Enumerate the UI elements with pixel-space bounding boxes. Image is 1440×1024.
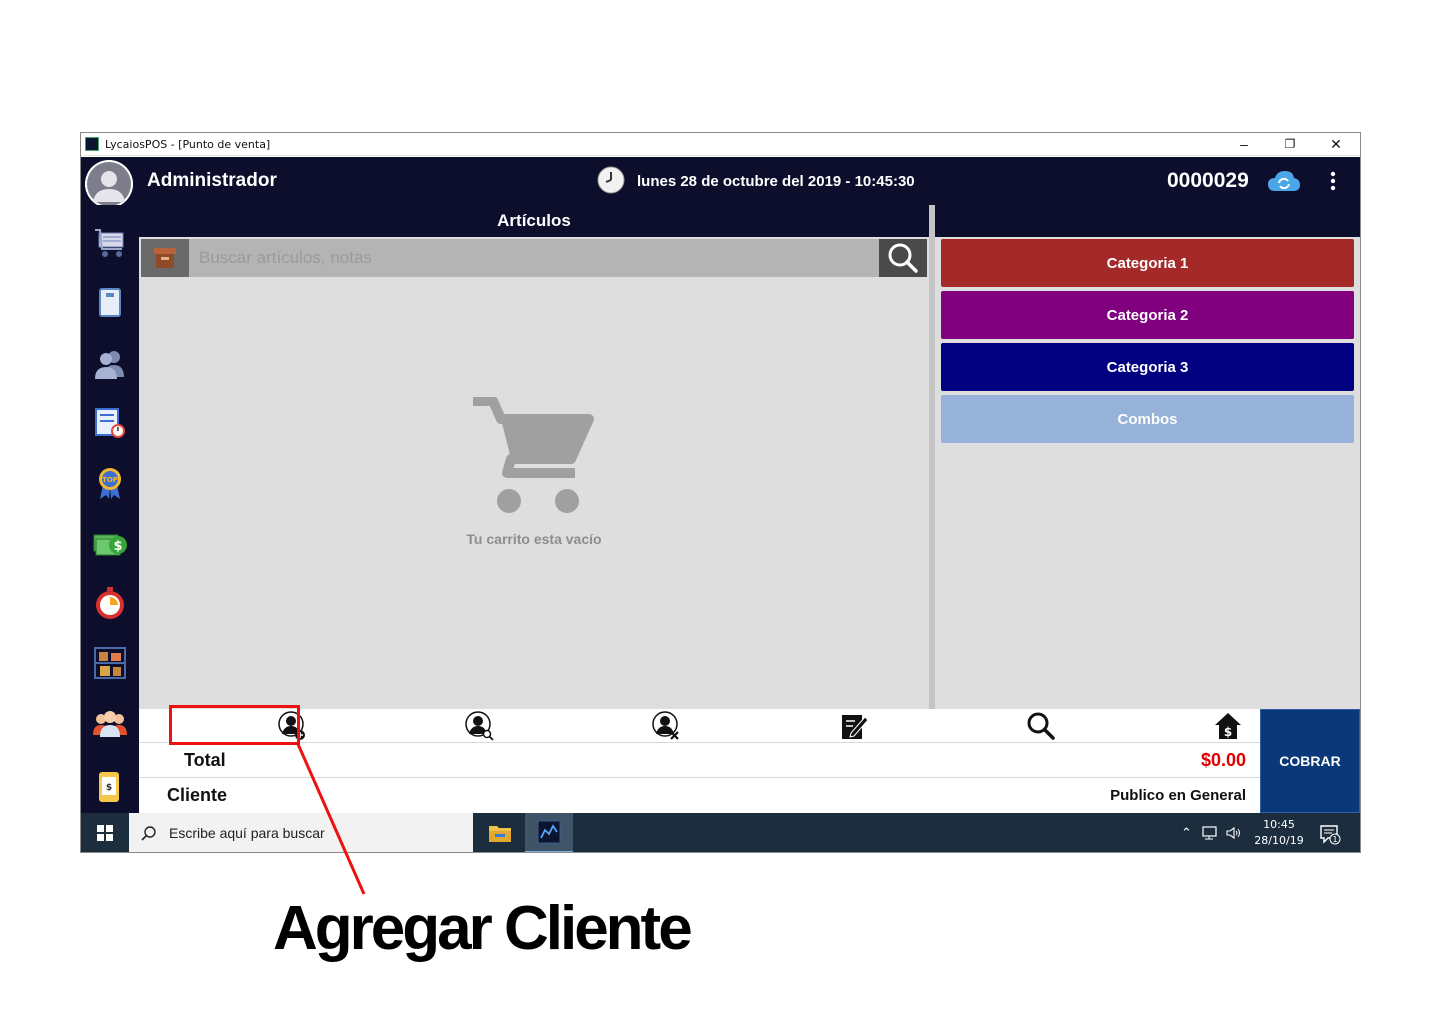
remove-client-icon[interactable]: [647, 710, 687, 742]
window-title: LycaiosPOS - [Punto de venta]: [105, 137, 271, 151]
file-explorer-icon[interactable]: [477, 813, 523, 852]
articles-panel: Tu carrito esta vacío: [139, 237, 929, 709]
users-icon[interactable]: [92, 345, 128, 381]
search-input[interactable]: [191, 239, 879, 277]
top-badge-icon[interactable]: TOP: [92, 465, 128, 501]
cash-home-icon[interactable]: $: [1208, 710, 1248, 742]
categories-header: [935, 205, 1360, 237]
annotation-label: Agregar Cliente: [273, 894, 693, 963]
minimize-button[interactable]: –: [1221, 133, 1267, 155]
combos-button[interactable]: Combos: [941, 395, 1354, 443]
search-bar: [141, 239, 927, 277]
svg-text:$: $: [113, 539, 122, 554]
category-1-button[interactable]: Categoria 1: [941, 239, 1354, 287]
articles-title: Artículos: [139, 205, 929, 237]
date-time: lunes 28 de octubre del 2019 - 10:45:30: [637, 173, 915, 190]
svg-text:TOP: TOP: [102, 476, 118, 484]
total-label: Total: [184, 750, 226, 770]
system-tray: ⌃: [1181, 813, 1251, 852]
shelves-icon[interactable]: [92, 645, 128, 681]
cloud-sync-icon[interactable]: [1267, 169, 1301, 193]
taskbar-clock[interactable]: 10:45 28/10/19: [1251, 817, 1307, 849]
taskbar-time: 10:45: [1263, 818, 1295, 831]
user-name: Administrador: [147, 170, 277, 191]
search-button[interactable]: [879, 239, 927, 277]
more-options-icon[interactable]: [1325, 169, 1341, 193]
taskbar-date: 28/10/19: [1254, 834, 1304, 847]
speaker-icon[interactable]: [1226, 826, 1242, 840]
notebook-icon[interactable]: [92, 285, 128, 321]
total-row: Total $0.00: [139, 743, 1260, 778]
client-value: Publico en General: [1110, 787, 1246, 804]
close-button[interactable]: ✕: [1313, 133, 1359, 155]
taskbar-search-text: Escribe aquí para buscar: [169, 825, 325, 841]
shopping-cart-icon[interactable]: [92, 225, 128, 261]
report-clock-icon[interactable]: [92, 405, 128, 441]
user-avatar-icon[interactable]: [85, 160, 133, 208]
clock-icon: [597, 166, 625, 194]
app-header: Administrador lunes 28 de octubre del 20…: [81, 157, 1360, 208]
empty-cart-icon: [471, 396, 601, 522]
money-icon[interactable]: $: [92, 525, 128, 561]
category-2-button[interactable]: Categoria 2: [941, 291, 1354, 339]
title-bar: LycaiosPOS - [Punto de venta] – ❐ ✕: [81, 133, 1360, 156]
action-bar: $: [139, 709, 1260, 743]
svg-text:$: $: [1224, 725, 1232, 739]
client-label: Cliente: [167, 785, 228, 805]
chevron-up-icon[interactable]: ⌃: [1181, 825, 1192, 841]
total-value: $0.00: [1200, 750, 1246, 770]
category-3-button[interactable]: Categoria 3: [941, 343, 1354, 391]
network-icon[interactable]: [1200, 826, 1218, 840]
stopwatch-icon[interactable]: [92, 585, 128, 621]
taskbar-search-box[interactable]: Escribe aquí para buscar: [129, 813, 473, 852]
app-logo-icon: [85, 137, 99, 151]
empty-cart-message: Tu carrito esta vacío: [466, 531, 602, 547]
client-row: Cliente Publico en General: [139, 778, 1260, 813]
team-icon[interactable]: [92, 705, 128, 741]
add-client-highlight: [169, 705, 300, 745]
svg-text:$: $: [106, 783, 112, 793]
search-icon[interactable]: [1021, 710, 1061, 742]
app-icon[interactable]: $: [92, 769, 128, 805]
lycaios-pos-taskbar-icon[interactable]: [525, 813, 573, 852]
search-icon: [141, 826, 156, 841]
sidebar: TOP $ $: [81, 205, 139, 813]
notes-icon[interactable]: [834, 710, 874, 742]
search-client-icon[interactable]: [460, 710, 500, 742]
categories-panel: Categoria 1 Categoria 2 Categoria 3 Comb…: [935, 237, 1360, 709]
windows-start-icon[interactable]: [81, 813, 129, 852]
notification-count: 1: [1332, 835, 1337, 844]
pay-button[interactable]: COBRAR: [1260, 709, 1360, 813]
taskbar: Escribe aquí para buscar ⌃ 10:45 28/10/1…: [81, 813, 1360, 852]
maximize-button[interactable]: ❐: [1267, 133, 1313, 155]
box-icon[interactable]: [141, 239, 189, 277]
notification-icon[interactable]: 1: [1319, 823, 1341, 845]
sale-folio: 0000029: [1167, 169, 1249, 192]
